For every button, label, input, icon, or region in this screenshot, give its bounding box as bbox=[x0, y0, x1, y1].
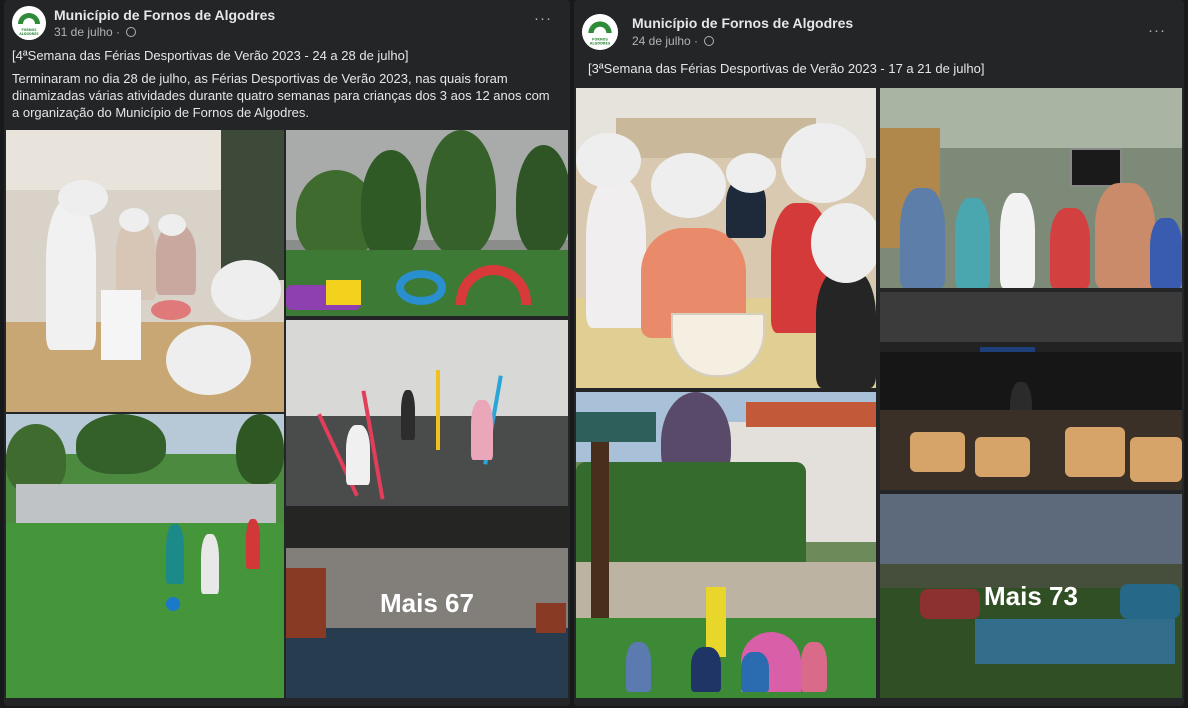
municipality-logo-icon: FORNOS ALGODRES bbox=[582, 14, 618, 50]
more-options-button[interactable]: ··· bbox=[1148, 22, 1166, 39]
photo-football-field[interactable] bbox=[6, 414, 284, 698]
post-title: [4ªSemana das Férias Desportivas de Verã… bbox=[12, 48, 409, 63]
post-card: FORNOS ALGODRES Município de Fornos de A… bbox=[4, 0, 570, 706]
photo-kids-hands-up[interactable] bbox=[880, 88, 1182, 288]
svg-text:ALGODRES: ALGODRES bbox=[590, 42, 611, 46]
photo-kids-cooking[interactable] bbox=[6, 130, 284, 412]
post-meta: 31 de julho · bbox=[54, 25, 137, 39]
page-avatar[interactable]: FORNOS ALGODRES bbox=[582, 14, 618, 50]
photo-playground[interactable] bbox=[286, 130, 568, 316]
more-options-button[interactable]: ··· bbox=[534, 10, 552, 27]
post-author[interactable]: Município de Fornos de Algodres bbox=[54, 7, 275, 23]
photo-outdoor-play[interactable] bbox=[576, 392, 876, 698]
post-body: Terminaram no dia 28 de julho, as Férias… bbox=[12, 71, 550, 120]
post-date[interactable]: 31 de julho bbox=[54, 25, 113, 39]
photo-kids-baking[interactable] bbox=[576, 88, 876, 388]
photo-more-73[interactable]: Mais 73 bbox=[880, 494, 1182, 698]
more-photos-count[interactable]: Mais 73 bbox=[880, 494, 1182, 698]
page-avatar[interactable]: FORNOS ALGODRES bbox=[12, 6, 46, 40]
post-header: FORNOS ALGODRES Município de Fornos de A… bbox=[582, 14, 1176, 54]
post-card: FORNOS ALGODRES Município de Fornos de A… bbox=[574, 0, 1184, 706]
post-header: FORNOS ALGODRES Município de Fornos de A… bbox=[12, 6, 562, 46]
photo-more-67[interactable]: Mais 67 bbox=[286, 508, 568, 698]
post-date[interactable]: 24 de julho bbox=[632, 34, 691, 48]
post-title: [3ªSemana das Férias Desportivas de Verã… bbox=[588, 61, 985, 76]
svg-text:ALGODRES: ALGODRES bbox=[19, 32, 39, 36]
globe-icon bbox=[704, 36, 715, 46]
more-photos-count[interactable]: Mais 67 bbox=[286, 508, 568, 698]
globe-icon bbox=[126, 27, 137, 37]
photo-auditorium[interactable] bbox=[880, 292, 1182, 490]
post-meta: 24 de julho · bbox=[632, 34, 715, 48]
municipality-logo-icon: FORNOS ALGODRES bbox=[12, 6, 46, 40]
post-author[interactable]: Município de Fornos de Algodres bbox=[632, 15, 853, 31]
photo-sports-hall-sticks[interactable] bbox=[286, 320, 568, 506]
